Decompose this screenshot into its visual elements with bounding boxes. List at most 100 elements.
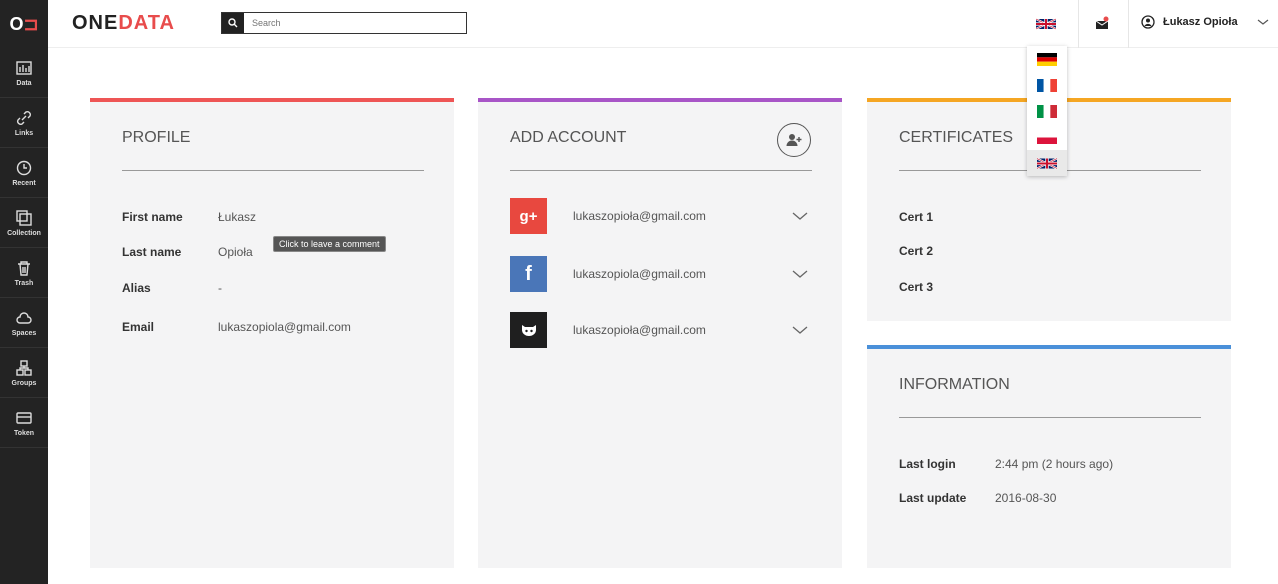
logo-accent: ⊐ [23, 13, 39, 34]
card-accent-bar [90, 98, 454, 102]
link-icon [17, 110, 31, 125]
sidebar-item-label: Spaces [11, 329, 37, 337]
field-label: Last update [899, 491, 967, 505]
token-icon [16, 411, 32, 424]
uk-flag-icon [1037, 157, 1057, 169]
profile-field-first-name: First name Łukasz [122, 210, 256, 224]
language-dropdown [1027, 46, 1067, 176]
field-value[interactable]: lukaszopiola@gmail.com [218, 320, 351, 334]
user-avatar-icon [1141, 15, 1155, 29]
field-label: First name [122, 210, 183, 224]
cert-item[interactable]: Cert 3 [899, 280, 933, 294]
app-logo[interactable]: O ⊐ [0, 0, 48, 48]
divider [1128, 0, 1129, 48]
user-menu[interactable]: Łukasz Opioła [1141, 15, 1270, 29]
france-flag-icon [1037, 78, 1057, 92]
comment-tooltip: Click to leave a comment [273, 236, 386, 252]
divider [510, 170, 812, 171]
logo-letter: O [9, 13, 24, 34]
chevron-down-icon[interactable] [792, 269, 808, 279]
sidebar-item-token[interactable]: Token [0, 398, 48, 448]
info-field-last-update: Last update 2016-08-30 [899, 491, 1056, 505]
language-option-it[interactable] [1027, 98, 1067, 124]
account-row-google[interactable]: g+ lukaszopioła@gmail.com [510, 198, 812, 234]
sidebar-item-label: Token [13, 429, 35, 437]
sidebar-item-collection[interactable]: Collection [0, 198, 48, 248]
top-bar: ONEDATA Łukasz Opioła [48, 0, 1278, 48]
search-box [221, 12, 467, 34]
chevron-down-icon[interactable] [792, 211, 808, 221]
sidebar-item-trash[interactable]: Trash [0, 248, 48, 298]
field-value[interactable]: Opioła [218, 245, 253, 259]
account-row-facebook[interactable]: f lukaszopiola@gmail.com [510, 256, 812, 292]
profile-field-last-name: Last name Opioła [122, 245, 253, 259]
add-user-button[interactable] [777, 123, 811, 157]
uk-flag-icon[interactable] [1036, 17, 1056, 31]
chevron-down-icon[interactable] [792, 325, 808, 335]
field-label: Last login [899, 457, 956, 471]
google-plus-icon: g+ [510, 198, 547, 234]
information-card: INFORMATION Last login 2:44 pm (2 hours … [867, 345, 1231, 568]
profile-card: PROFILE First name Łukasz Last name Opio… [90, 98, 454, 568]
poland-flag-icon [1037, 130, 1057, 144]
sidebar-item-recent[interactable]: Recent [0, 148, 48, 198]
cloud-icon [16, 311, 32, 324]
field-value[interactable]: - [218, 281, 222, 295]
field-value: 2016-08-30 [995, 491, 1057, 505]
divider [899, 417, 1201, 418]
field-value[interactable]: Łukasz [218, 210, 256, 224]
facebook-icon: f [510, 256, 547, 292]
cert-item[interactable]: Cert 2 [899, 244, 933, 258]
brand-part1: ONE [72, 12, 119, 34]
chevron-down-icon [1257, 19, 1268, 25]
notification-icon[interactable] [1095, 16, 1109, 30]
brand-logo[interactable]: ONEDATA [72, 12, 175, 35]
field-label: Last name [122, 245, 182, 259]
sidebar-item-groups[interactable]: Groups [0, 348, 48, 398]
profile-field-alias: Alias - [122, 281, 222, 295]
github-icon [510, 312, 547, 348]
sidebar-item-label: Recent [12, 179, 36, 187]
divider [122, 170, 424, 171]
groups-icon [16, 359, 32, 376]
language-option-fr[interactable] [1027, 72, 1067, 98]
field-value: 2:44 pm (2 hours ago) [995, 457, 1114, 471]
sidebar-item-links[interactable]: Links [0, 98, 48, 148]
user-name: Łukasz Opioła [1163, 16, 1238, 28]
cert-item[interactable]: Cert 1 [899, 210, 933, 224]
language-option-de[interactable] [1027, 46, 1067, 72]
sidebar-item-label: Links [14, 129, 34, 137]
card-accent-bar [867, 345, 1231, 349]
main-content: PROFILE First name Łukasz Last name Opio… [48, 48, 1278, 584]
account-row-github[interactable]: lukaszopioła@gmail.com [510, 312, 812, 348]
add-account-title: ADD ACCOUNT [510, 129, 627, 146]
clock-icon [16, 160, 32, 175]
search-input[interactable] [244, 13, 466, 33]
profile-title: PROFILE [122, 129, 191, 146]
add-account-card: ADD ACCOUNT g+ lukaszopioła@gmail.com f … [478, 98, 842, 568]
field-label: Email [122, 320, 155, 334]
card-accent-bar [478, 98, 842, 102]
search-icon[interactable] [222, 13, 244, 33]
language-option-gb[interactable] [1027, 150, 1067, 176]
data-icon [16, 60, 32, 75]
germany-flag-icon [1037, 52, 1057, 66]
info-field-last-login: Last login 2:44 pm (2 hours ago) [899, 457, 1113, 471]
sidebar-item-data[interactable]: Data [0, 48, 48, 98]
brand-part2: DATA [118, 12, 175, 34]
information-title: INFORMATION [899, 376, 1010, 393]
field-label: Alias [122, 281, 151, 295]
sidebar-item-spaces[interactable]: Spaces [0, 298, 48, 348]
sidebar-item-label: Collection [7, 229, 41, 237]
account-email: lukaszopioła@gmail.com [573, 209, 706, 223]
sidebar-item-label: Groups [11, 379, 37, 387]
account-email: lukaszopioła@gmail.com [573, 323, 706, 337]
collection-icon [16, 209, 32, 226]
divider [1078, 0, 1079, 48]
sidebar-item-label: Trash [14, 279, 34, 287]
italy-flag-icon [1037, 104, 1057, 118]
language-option-pl[interactable] [1027, 124, 1067, 150]
account-email: lukaszopiola@gmail.com [573, 267, 706, 281]
sidebar-item-label: Data [16, 79, 32, 87]
certificates-title: CERTIFICATES [899, 129, 1014, 146]
